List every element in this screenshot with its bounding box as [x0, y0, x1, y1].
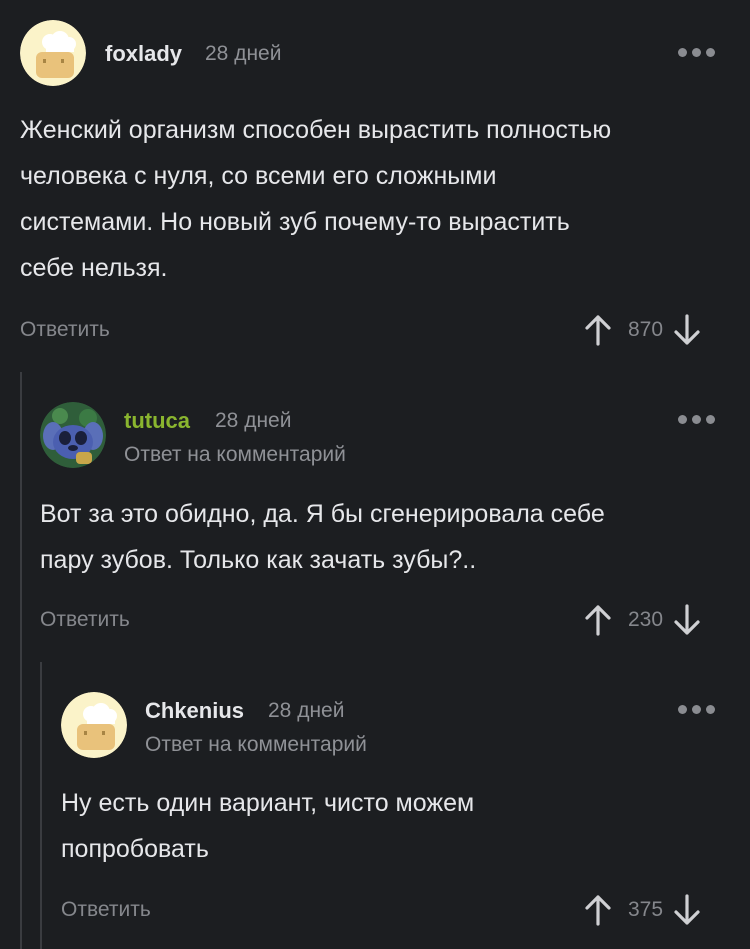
upvote-arrow-icon[interactable] [584, 314, 612, 346]
upvote-arrow-icon[interactable] [584, 604, 612, 636]
downvote-arrow-icon[interactable] [673, 314, 701, 346]
timestamp: 28 дней [215, 409, 292, 432]
avatar[interactable] [40, 402, 106, 468]
stitch-avatar-icon [40, 402, 106, 468]
vote-score: 870 [628, 318, 664, 341]
reply-button[interactable]: Ответить [61, 898, 151, 922]
vote-score: 230 [628, 608, 664, 631]
timestamp: 28 дней [205, 42, 282, 65]
username[interactable]: tutuca [124, 408, 190, 434]
chef-avatar-icon [61, 692, 127, 758]
timestamp: 28 дней [268, 699, 345, 722]
more-options-icon[interactable] [678, 48, 715, 57]
reply-to-link[interactable]: Ответ на комментарий [124, 443, 346, 467]
text-line: Женский организм способен вырастить полн… [20, 116, 612, 144]
upvote-arrow-icon[interactable] [584, 894, 612, 926]
more-options-icon[interactable] [678, 415, 715, 424]
text-line: системами. Но новый зуб почему-то выраст… [20, 208, 570, 236]
avatar[interactable] [20, 20, 86, 86]
text-line: пару зубов. Только как зачать зубы?.. [40, 546, 477, 574]
text-line: Ну есть один вариант, чисто можем [61, 789, 475, 817]
reply-button[interactable]: Ответить [40, 608, 130, 632]
vote-controls: 375 [584, 894, 701, 926]
username[interactable]: foxlady [105, 41, 182, 67]
more-options-icon[interactable] [678, 705, 715, 714]
comment-text: Вот за это обидно, да. Я бы сгенерировал… [40, 491, 605, 583]
downvote-arrow-icon[interactable] [673, 894, 701, 926]
text-line: человека с нуля, со всеми его сложными [20, 162, 497, 190]
vote-score: 375 [628, 898, 664, 921]
comment-chkenius: Chkenius 28 дней Ответ на комментарий Ну… [0, 662, 750, 949]
comment-tutuca: tutuca 28 дней Ответ на комментарий Вот … [0, 372, 750, 662]
text-line: Вот за это обидно, да. Я бы сгенерировал… [40, 500, 605, 528]
downvote-arrow-icon[interactable] [673, 604, 701, 636]
reply-to-link[interactable]: Ответ на комментарий [145, 733, 367, 757]
chef-avatar-icon [20, 20, 86, 86]
reply-button[interactable]: Ответить [20, 318, 110, 342]
comment-text: Женский организм способен вырастить полн… [20, 107, 611, 291]
text-line: попробовать [61, 835, 209, 863]
comment-text: Ну есть один вариант, чисто можем попроб… [61, 780, 474, 872]
vote-controls: 230 [584, 604, 701, 636]
vote-controls: 870 [584, 314, 701, 346]
username[interactable]: Chkenius [145, 698, 244, 724]
text-line: себе нельзя. [20, 254, 168, 282]
avatar[interactable] [61, 692, 127, 758]
comment-foxlady: foxlady 28 дней Женский организм способе… [0, 0, 750, 372]
